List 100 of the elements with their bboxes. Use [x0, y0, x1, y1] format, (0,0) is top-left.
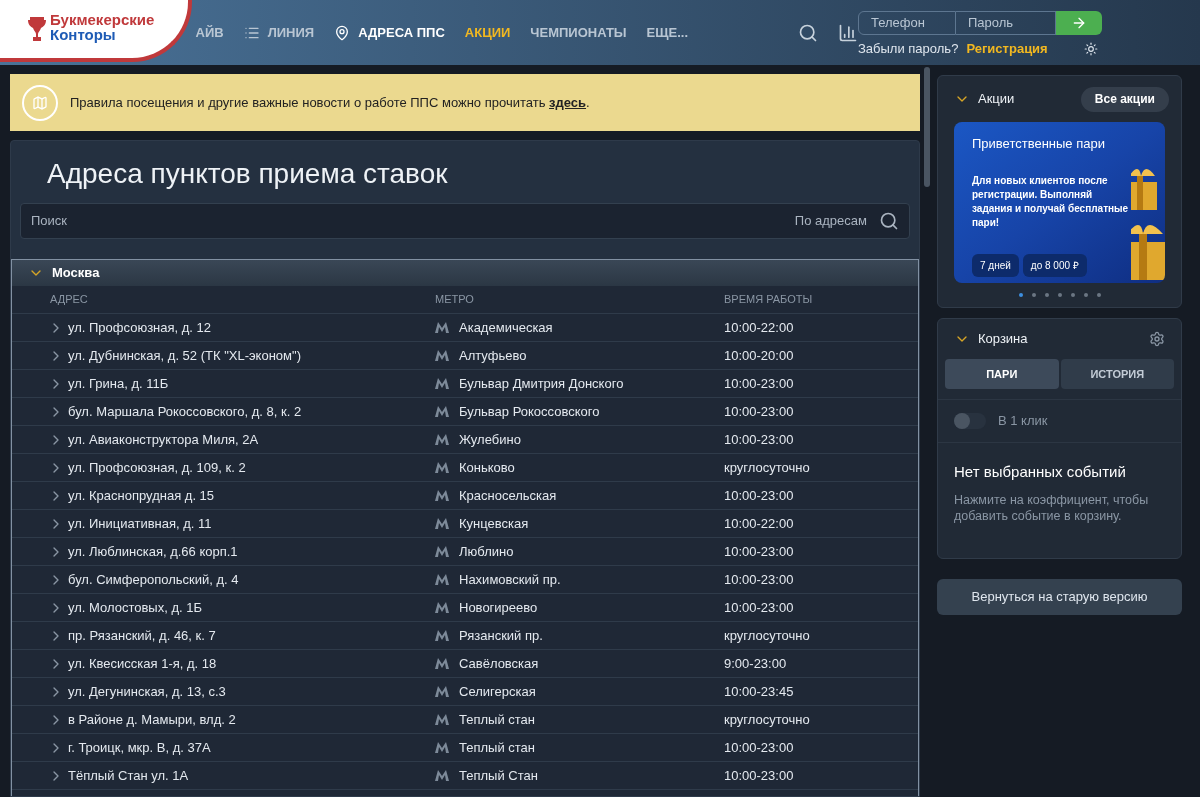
hours-cell-text: круглосуточно — [724, 458, 811, 477]
city-name: Москва — [52, 264, 100, 283]
metro-icon — [435, 658, 449, 669]
metro-icon — [435, 686, 449, 697]
search-icon[interactable] — [798, 22, 818, 43]
address-row[interactable]: ул. Инициативная, д. 11 Кунцевская 10:00-22:00 — [12, 510, 918, 538]
bar-chart-icon[interactable] — [838, 22, 858, 43]
hours-cell-text: 10:00-20:00 — [724, 346, 795, 365]
address-row[interactable]: бул. Симферопольский, д. 4 Нахимовский пр. 10:00-23:00 — [12, 566, 918, 594]
metro-cell-text: Нахимовский пр. — [459, 570, 561, 589]
hours-cell-text: 10:00-23:00 — [724, 738, 795, 757]
address-cell-text: ул. Дубнинская, д. 52 (ТК "XL-эконом") — [68, 346, 302, 365]
column-header: МЕТРО — [435, 292, 475, 308]
metro-cell-text: Новогиреево — [459, 598, 538, 617]
hours-cell-text: 10:00-23:00 — [724, 542, 795, 561]
nav-link[interactable]: ЧЕМПИОНАТЫ — [530, 22, 627, 43]
column-header: ВРЕМЯ РАБОТЫ — [724, 292, 814, 308]
settings-icon[interactable] — [1149, 331, 1165, 347]
basket-tab[interactable]: ПАРИ — [945, 359, 1059, 389]
hours-cell-text: круглосуточно — [724, 710, 811, 729]
logo-text: Конторы — [50, 27, 116, 42]
metro-cell-text: Коньково — [459, 458, 515, 477]
map-pin-icon — [334, 24, 351, 41]
hours-cell-text: 10:00-23:00 — [724, 598, 795, 617]
address-row[interactable]: бул. Маршала Рокоссовского, д. 8, к. 2 Бульвар Рокоссовского 10:00-23:00 — [12, 398, 918, 426]
metro-icon — [435, 770, 449, 781]
promo-card[interactable]: Приветственные пари Для новых клиентов после регистрации. Выполняй задания и получай бесплатные пари! 7 дней до 8 000 ₽ — [954, 122, 1165, 283]
metro-cell-text: Жулебино — [459, 430, 521, 449]
page-title: Адреса пунктов приема ставок — [46, 157, 449, 191]
search-input[interactable]: Поиск — [31, 211, 795, 231]
address-cell-text: Тёплый Стан ул. 1А — [68, 766, 190, 785]
promos-title: Акции — [978, 90, 1015, 109]
address-row[interactable]: в Районе д. Мамыри, влд. 2 Теплый стан круглосуточно — [12, 706, 918, 734]
address-row[interactable]: ул. Авиаконструктора Миля, 2А Жулебино 10:00-23:00 — [12, 426, 918, 454]
old-version-button[interactable]: Вернуться на старую версию — [937, 579, 1182, 615]
address-row[interactable]: ул. Краснопрудная д. 15 Красносельская 10:00-23:00 — [12, 482, 918, 510]
address-row[interactable]: ул. Профсоюзная, д. 12 Академическая 10:00-22:00 — [12, 314, 918, 342]
metro-cell-text: Теплый стан — [459, 710, 535, 729]
metro-cell-text: Бульвар Дмитрия Донского — [459, 374, 624, 393]
hours-cell-text: 10:00-23:45 — [724, 682, 795, 701]
trophy-icon — [28, 16, 46, 42]
nav-link[interactable]: ЕЩЕ... — [646, 22, 688, 43]
address-cell-text: ул. Профсоюзная, д. 12 — [68, 318, 213, 337]
address-cell-text: ул. Профсоюзная, д. 109, к. 2 — [68, 458, 247, 477]
metro-icon — [435, 490, 449, 501]
address-cell-text: в Районе д. Мамыри, влд. 2 — [68, 710, 237, 729]
address-cell-text: ул. Грина, д. 11Б — [68, 374, 170, 393]
nav-link[interactable]: ЛИНИЯ — [243, 22, 315, 43]
search-field[interactable]: Поиск По адресам — [20, 203, 910, 239]
metro-icon — [435, 602, 449, 613]
address-row[interactable]: ул. Квесисская 1-я, д. 18 Савёловская 9:00-23:00 — [12, 650, 918, 678]
password-field[interactable]: Пароль — [956, 10, 1056, 35]
address-row[interactable]: ул. Профсоюзная, д. 109, к. 2 Коньково круглосуточно — [12, 454, 918, 482]
search-scope-label[interactable]: По адресам — [794, 211, 867, 231]
metro-icon — [435, 378, 449, 389]
address-row[interactable]: Тёплый Стан ул. 1А Теплый Стан 10:00-23:00 — [12, 762, 918, 790]
metro-cell-text: Бульвар Рокоссовского — [459, 402, 600, 421]
logo-panel[interactable]: Букмекерские Конторы — [0, 0, 192, 62]
address-row[interactable]: ул. Дубнинская, д. 52 (ТК "XL-эконом") Алтуфьево 10:00-20:00 — [12, 342, 918, 370]
address-row[interactable]: г. Троицк, мкр. В, д. 37А Теплый стан 10:00-23:00 — [12, 734, 918, 762]
map-icon — [32, 94, 48, 111]
hours-cell-text: круглосуточно — [724, 626, 811, 645]
promo-text: Для новых клиентов после регистрации. Выполняй задания и получай бесплатные пари! — [972, 173, 1130, 230]
metro-icon — [435, 630, 449, 641]
all-promos-button[interactable]: Все акции — [1080, 86, 1169, 112]
metro-icon — [435, 518, 449, 529]
metro-icon — [435, 742, 449, 753]
scrollbar[interactable] — [924, 67, 930, 187]
search-icon[interactable] — [879, 211, 899, 231]
logo-text: Букмекерские — [50, 12, 155, 27]
metro-icon — [435, 434, 449, 445]
column-header: АДРЕС — [50, 292, 89, 308]
nav-link[interactable]: АДРЕСА ППС — [334, 22, 445, 43]
address-cell-text: бул. Маршала Рокоссовского, д. 8, к. 2 — [68, 402, 303, 421]
register-link[interactable]: Регистрация — [966, 38, 1048, 59]
address-cell-text: г. Троицк, мкр. В, д. 37А — [68, 738, 212, 757]
address-row[interactable]: пр. Рязанский, д. 46, к. 7 Рязанский пр. круглосуточно — [12, 622, 918, 650]
empty-basket-title: Нет выбранных событий — [953, 462, 1127, 482]
theme-sun-icon[interactable] — [1084, 41, 1098, 56]
metro-cell-text: Алтуфьево — [459, 346, 527, 365]
address-row[interactable]: ул. Грина, д. 11Б Бульвар Дмитрия Донского 10:00-23:00 — [12, 370, 918, 398]
address-cell-text: ул. Молостовых, д. 1Б — [68, 598, 203, 617]
hours-cell-text: 10:00-23:00 — [724, 402, 795, 421]
one-click-toggle[interactable] — [954, 413, 986, 429]
city-header[interactable]: Москва — [12, 260, 918, 286]
hours-cell-text: 10:00-23:00 — [724, 430, 795, 449]
forgot-password-link[interactable]: Забыли пароль? — [858, 38, 959, 59]
address-row[interactable]: ул. Люблинская, д.66 корп.1 Люблино 10:00-23:00 — [12, 538, 918, 566]
basket-tab[interactable]: ИСТОРИЯ — [1060, 359, 1174, 389]
address-row[interactable]: ул. Дегунинская, д. 13, с.3 Селигерская 10:00-23:45 — [12, 678, 918, 706]
metro-cell-text: Селигерская — [459, 682, 536, 701]
phone-field[interactable]: Телефон — [858, 10, 956, 35]
login-button[interactable] — [1056, 10, 1102, 35]
promo-tag: до 8 000 ₽ — [1022, 254, 1087, 277]
basket-title: Корзина — [978, 330, 1028, 349]
address-cell-text: ул. Квесисская 1-я, д. 18 — [68, 654, 218, 673]
one-click-label: В 1 клик — [998, 412, 1048, 431]
nav-link[interactable]: АКЦИИ — [464, 22, 511, 43]
address-row[interactable]: ул. Молостовых, д. 1Б Новогиреево 10:00-23:00 — [12, 594, 918, 622]
metro-icon — [435, 462, 449, 473]
